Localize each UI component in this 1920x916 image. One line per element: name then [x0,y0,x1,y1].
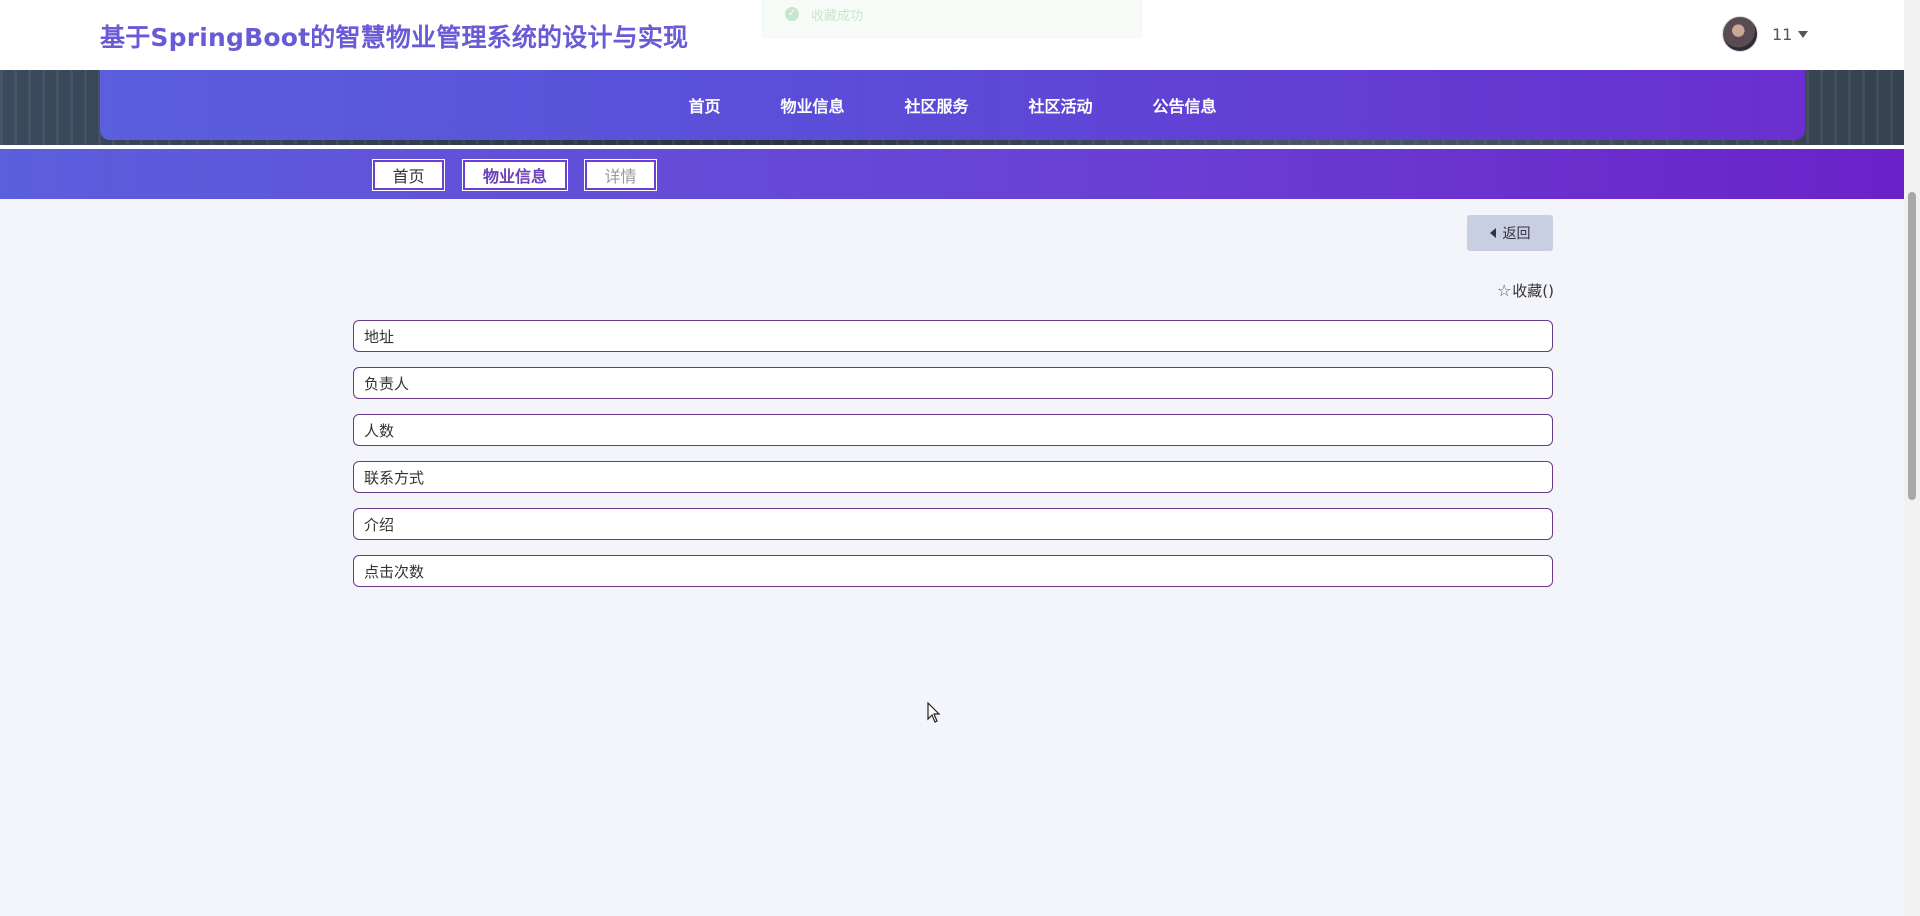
nav-item-community-activity[interactable]: 社区活动 [999,93,1123,117]
breadcrumb-home[interactable]: 首页 [373,160,444,190]
breadcrumb-detail: 详情 [585,160,656,190]
check-circle-icon: ✓ [785,7,799,21]
field-contact: 联系方式 [353,461,1553,493]
back-button-label: 返回 [1502,226,1531,242]
nav-item-home[interactable]: 首页 [658,93,750,117]
field-introduction: 介绍 [353,508,1553,540]
back-button[interactable]: 返回 [1467,215,1553,251]
favorite-button[interactable]: ☆ 收藏() [1492,279,1554,301]
success-toast: ✓ 收藏成功 [762,0,1142,38]
field-manager: 负责人 [353,367,1553,399]
star-outline-icon: ☆ [1496,280,1512,300]
avatar[interactable] [1722,16,1758,52]
breadcrumb-property-info[interactable]: 物业信息 [463,160,567,190]
caret-left-icon [1489,228,1496,238]
nav-item-community-service[interactable]: 社区服务 [874,93,998,117]
site-title: 基于SpringBoot的智慧物业管理系统的设计与实现 [100,23,689,52]
top-header: 基于SpringBoot的智慧物业管理系统的设计与实现 ✓ 收藏成功 11 [0,0,1904,70]
favorite-label: 收藏() [1512,281,1554,300]
nav-item-property-info[interactable]: 物业信息 [750,93,874,117]
user-name[interactable]: 11 [1772,25,1792,44]
field-click-count: 点击次数 [353,555,1553,587]
nav-item-announcement[interactable]: 公告信息 [1123,93,1247,117]
user-menu[interactable]: 11 [1722,16,1809,52]
toast-message: 收藏成功 [811,9,864,24]
main-nav: 首页 物业信息 社区服务 社区活动 公告信息 [100,70,1805,140]
caret-down-icon[interactable] [1798,30,1809,38]
field-headcount: 人数 [353,414,1553,446]
mouse-cursor-icon [927,702,941,723]
scrollbar-thumb[interactable] [1908,192,1916,500]
breadcrumb: 首页 物业信息 详情 [0,149,1904,199]
field-address: 地址 [353,320,1553,352]
page-scrollbar[interactable] [1904,0,1920,916]
